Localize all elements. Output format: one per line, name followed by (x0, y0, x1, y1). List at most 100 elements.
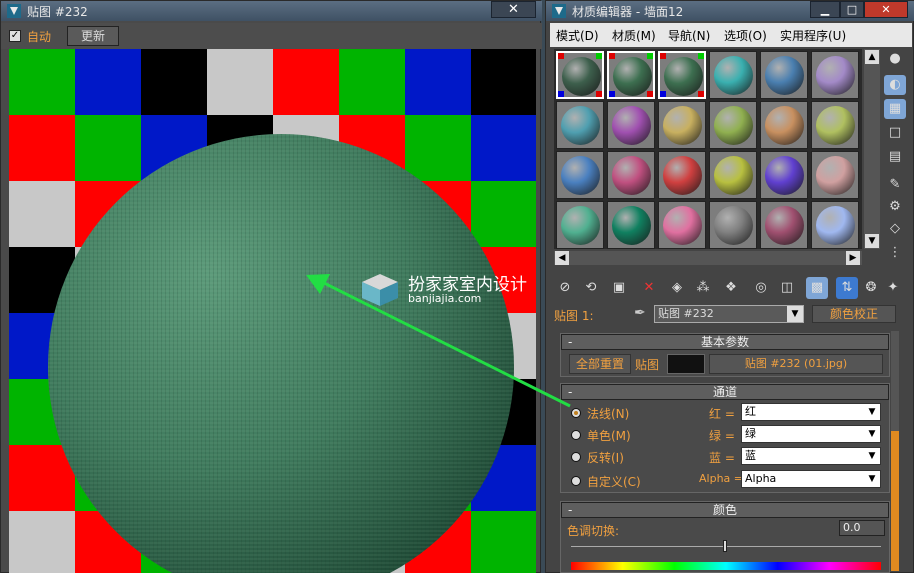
radio-custom[interactable] (571, 476, 581, 486)
material-slot[interactable] (607, 151, 655, 199)
map-color-swatch[interactable] (667, 354, 705, 374)
reset-map-icon[interactable]: ✕ (638, 277, 660, 299)
material-slot[interactable] (709, 151, 757, 199)
select-by-material-icon[interactable]: ◇ (884, 219, 906, 239)
video-color-check-icon[interactable]: ▤ (884, 147, 906, 167)
chevron-down-icon[interactable]: ▼ (865, 427, 879, 441)
update-button[interactable]: 更新 (67, 26, 119, 46)
slots-vertical-scrollbar[interactable]: ▲ ▼ (864, 49, 880, 249)
scroll-left-icon[interactable]: ◀ (555, 251, 569, 265)
material-map-icon[interactable]: ✦ (882, 277, 904, 299)
red-channel-dropdown[interactable]: 红 ▼ (741, 403, 881, 421)
sample-uv-icon[interactable]: □ (884, 123, 906, 143)
scroll-up-icon[interactable]: ▲ (865, 50, 879, 64)
put-to-scene-icon[interactable]: ⟲ (580, 277, 602, 299)
menu-utilities[interactable]: 实用程序(U) (780, 27, 846, 44)
material-slot[interactable] (760, 201, 808, 249)
material-slot[interactable] (811, 201, 859, 249)
menu-navigation[interactable]: 导航(N) (668, 27, 710, 44)
show-end-result-icon[interactable]: ▩ (806, 277, 828, 299)
background-icon[interactable]: ▦ (884, 99, 906, 119)
material-slot[interactable] (607, 101, 655, 149)
collapse-icon[interactable]: - (568, 335, 572, 349)
options-icon[interactable]: ⚙ (884, 197, 906, 217)
map-name-value: 贴图 #232 (658, 307, 714, 320)
menu-material[interactable]: 材质(M) (612, 27, 656, 44)
material-slot[interactable] (556, 101, 604, 149)
minimize-button[interactable]: ▁ (810, 1, 840, 18)
reset-all-button[interactable]: 全部重置 (569, 354, 631, 374)
material-slot[interactable] (811, 51, 859, 99)
go-to-parent-icon[interactable]: ⇅ (836, 277, 858, 299)
rollout-title: 通道 (712, 385, 737, 399)
put-to-library-icon[interactable]: ❖ (720, 277, 742, 299)
chevron-down-icon[interactable]: ▼ (865, 449, 879, 463)
collapse-icon[interactable]: - (568, 385, 572, 399)
show-map-in-viewport-icon[interactable]: ◫ (776, 277, 798, 299)
assign-to-selection-icon[interactable]: ▣ (608, 277, 630, 299)
chevron-down-icon[interactable]: ▼ (865, 405, 879, 419)
material-slot[interactable] (760, 101, 808, 149)
make-copy-icon[interactable]: ◈ (666, 277, 688, 299)
material-slot[interactable] (556, 151, 604, 199)
material-sample-sphere (765, 106, 804, 145)
material-slot[interactable] (658, 101, 706, 149)
make-preview-icon[interactable]: ✎ (884, 175, 906, 195)
sample-type-icon[interactable]: ● (884, 49, 906, 69)
green-channel-dropdown[interactable]: 绿 ▼ (741, 425, 881, 443)
material-slot[interactable] (607, 201, 655, 249)
watermark-url: banjiajia.com (408, 292, 482, 305)
color-header[interactable]: - 颜色 (561, 502, 889, 518)
chevron-down-icon[interactable]: ▼ (787, 306, 803, 322)
radio-invert[interactable] (571, 452, 581, 462)
alpha-channel-dropdown[interactable]: Alpha ▼ (741, 470, 881, 488)
slots-horizontal-scrollbar[interactable]: ◀ ▶ (554, 251, 862, 265)
radio-normal[interactable] (571, 408, 581, 418)
chevron-down-icon[interactable]: ▼ (865, 472, 879, 486)
material-slot[interactable] (709, 101, 757, 149)
map-file-button[interactable]: 贴图 #232 (01.jpg) (709, 354, 883, 374)
map-name-dropdown[interactable]: 贴图 #232 ▼ (654, 305, 804, 323)
basic-parameters-header[interactable]: - 基本参数 (561, 334, 889, 350)
maximize-button[interactable]: □ (840, 1, 864, 18)
material-slot[interactable] (811, 151, 859, 199)
blue-channel-dropdown[interactable]: 蓝 ▼ (741, 447, 881, 465)
radio-mono[interactable] (571, 430, 581, 440)
rollout-scrollbar-thumb[interactable] (891, 431, 899, 571)
go-forward-sibling-icon[interactable]: ❂ (860, 277, 882, 299)
eyedropper-icon[interactable]: ✒ (634, 305, 646, 321)
menu-options[interactable]: 选项(O) (724, 27, 767, 44)
material-slot[interactable] (709, 51, 757, 99)
material-id-channel-icon[interactable]: ◎ (750, 277, 772, 299)
hue-shift-input[interactable]: 0.0 (839, 520, 885, 536)
close-button[interactable]: ✕ (864, 1, 908, 18)
close-button[interactable]: ✕ (491, 1, 536, 18)
material-slot[interactable] (556, 51, 604, 99)
material-slot[interactable] (607, 51, 655, 99)
material-map-navigator-icon[interactable]: ⋮ (884, 243, 906, 263)
channel-rollout: - 通道 法线(N) 单色(M) 反转(I) 自定义(C) 红 = 红 ▼ 绿 =… (560, 383, 890, 493)
menu-mode[interactable]: 模式(D) (556, 27, 599, 44)
material-slot[interactable] (760, 51, 808, 99)
material-slot[interactable] (658, 51, 706, 99)
scroll-right-icon[interactable]: ▶ (846, 251, 860, 265)
material-slot[interactable] (556, 201, 604, 249)
material-slot[interactable] (811, 101, 859, 149)
channel-header[interactable]: - 通道 (561, 384, 889, 400)
material-slot[interactable] (658, 151, 706, 199)
make-unique-icon[interactable]: ⁂ (692, 277, 714, 299)
auto-checkbox[interactable]: ✓ (9, 30, 21, 42)
collapse-icon[interactable]: - (568, 503, 572, 517)
title-bar[interactable]: 贴图 #232 (1, 1, 542, 21)
material-slot[interactable] (658, 201, 706, 249)
hue-shift-label: 色调切换: (567, 524, 620, 538)
backlight-icon[interactable]: ◐ (884, 75, 906, 95)
material-slot[interactable] (760, 151, 808, 199)
material-slot[interactable] (709, 201, 757, 249)
color-correction-button[interactable]: 颜色校正 (812, 305, 896, 323)
hue-slider-handle[interactable] (723, 540, 727, 552)
get-material-icon[interactable]: ⊘ (554, 277, 576, 299)
scroll-down-icon[interactable]: ▼ (865, 234, 879, 248)
checker-cell (75, 49, 141, 115)
checker-cell (471, 181, 536, 247)
